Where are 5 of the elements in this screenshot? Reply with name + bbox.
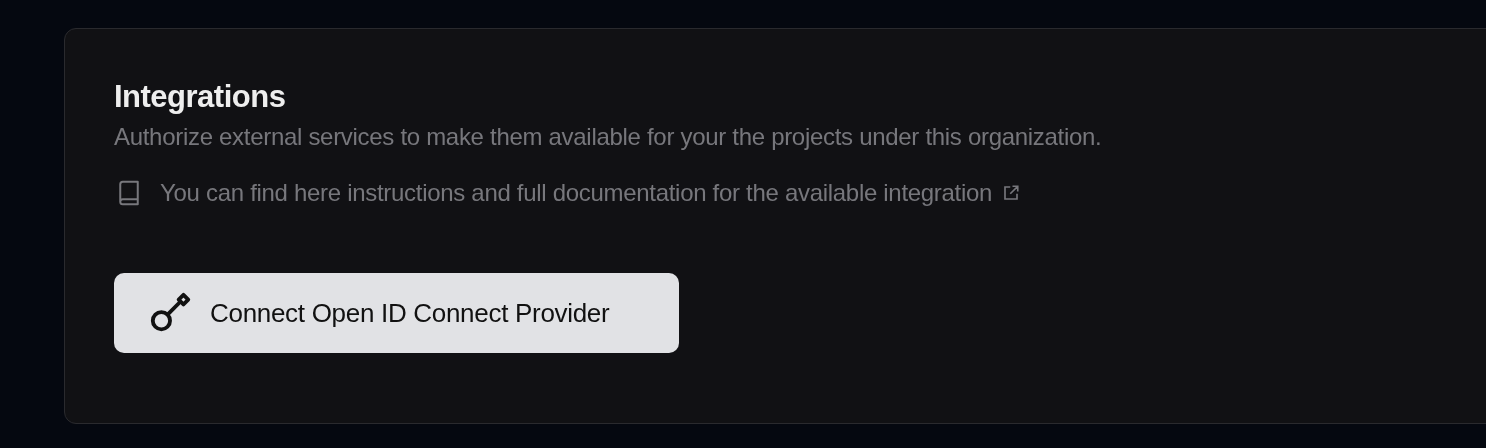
external-link-icon bbox=[1002, 184, 1021, 202]
section-title: Integrations bbox=[114, 78, 286, 116]
connect-provider-button[interactable]: Connect Open ID Connect Provider bbox=[114, 273, 679, 353]
documentation-link[interactable]: You can find here instructions and full documentation for the available integration bbox=[160, 177, 1021, 209]
section-description: Authorize external services to make them available for your the projects under this organization. bbox=[114, 122, 1102, 152]
